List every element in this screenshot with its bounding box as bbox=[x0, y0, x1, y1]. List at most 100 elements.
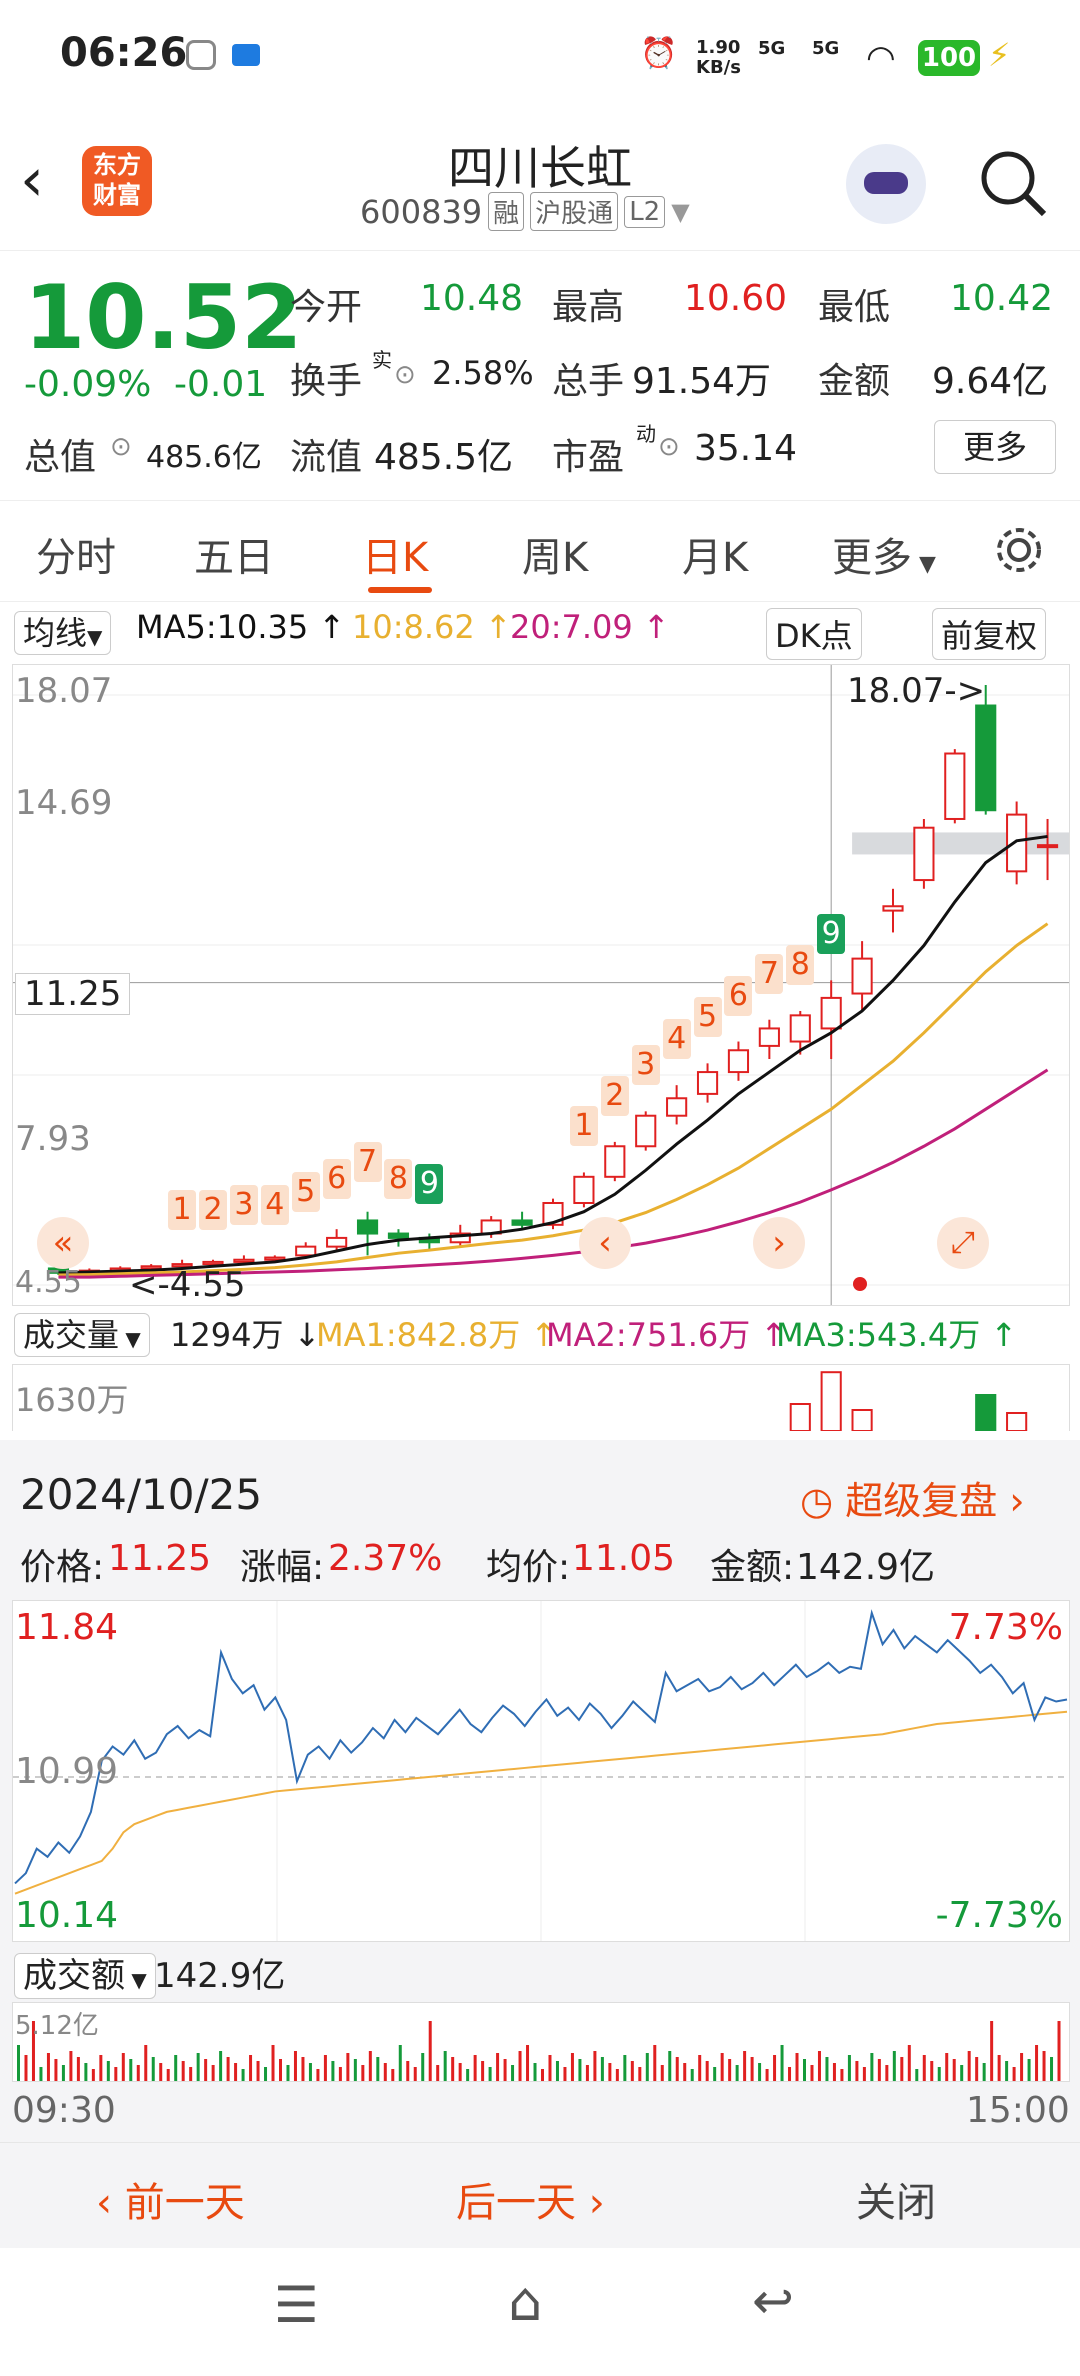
info-icon[interactable]: ⊙ bbox=[110, 432, 132, 462]
intraday-y-top: 11.84 bbox=[15, 1607, 119, 1648]
turnover-bar bbox=[750, 2057, 754, 2081]
open-label: 今开 bbox=[290, 287, 363, 328]
detail-chg-label: 涨幅: bbox=[240, 1547, 325, 1588]
prev-day-button[interactable]: ‹ 前一天 bbox=[96, 2170, 245, 2228]
turnover-bar bbox=[376, 2057, 380, 2081]
ma20-line bbox=[58, 1068, 1049, 1279]
robot-assistant-avatar[interactable] bbox=[846, 144, 926, 224]
volume-label: 总手 bbox=[552, 361, 625, 402]
turnover-bar bbox=[443, 2051, 447, 2081]
turnover-bar bbox=[900, 2057, 904, 2081]
y-label-2: 14.69 bbox=[15, 783, 113, 823]
turnover-bar bbox=[638, 2067, 642, 2081]
next-day-button[interactable]: 后一天 › bbox=[456, 2170, 605, 2228]
turnover-bar bbox=[570, 2053, 574, 2081]
intraday-chart[interactable]: 11.84 10.99 10.14 7.73% -7.73% bbox=[12, 1600, 1070, 1942]
y-label-max: 18.07 bbox=[15, 671, 113, 711]
volume-bar bbox=[1006, 1412, 1028, 1431]
turnover-bar bbox=[990, 2021, 994, 2081]
sequence-marker: 8 bbox=[786, 944, 815, 985]
volume-chart[interactable]: 1630万 bbox=[12, 1364, 1070, 1431]
candle-body bbox=[387, 1232, 410, 1239]
turnover-bar bbox=[174, 2055, 178, 2081]
candle-body bbox=[727, 1049, 750, 1074]
current-price: 10.52 bbox=[24, 266, 303, 369]
turnover-bar bbox=[892, 2051, 896, 2081]
scroll-left-fast-icon[interactable]: « bbox=[37, 1217, 89, 1269]
sequence-marker: 4 bbox=[260, 1185, 289, 1226]
menu-icon[interactable]: ☰ bbox=[274, 2276, 319, 2334]
turnover-bar bbox=[323, 2055, 327, 2081]
low-marker: <-4.55 bbox=[129, 1265, 246, 1305]
turnover-bar bbox=[1050, 2057, 1054, 2081]
turnover-bar bbox=[945, 2053, 949, 2081]
turnover-bar bbox=[346, 2053, 350, 2081]
turnover-bar bbox=[615, 2069, 619, 2081]
turnover-bar bbox=[743, 2051, 747, 2081]
turnover-amount-chart[interactable]: 5.12亿 bbox=[12, 2002, 1070, 2082]
turnover-bar bbox=[316, 2069, 320, 2081]
net-speed: 1.90 KB/s bbox=[696, 37, 741, 78]
turnover-bar bbox=[690, 2069, 694, 2081]
candle-body bbox=[944, 752, 966, 820]
turnover-value: 2.58% bbox=[432, 354, 534, 392]
intraday-svg bbox=[13, 1601, 1069, 1941]
high-marker: 18.07-> bbox=[847, 671, 986, 711]
vol-ma3: MA3:543.4万 ↑ bbox=[776, 1316, 1018, 1354]
fullscreen-icon[interactable]: ⤢ bbox=[937, 1217, 989, 1269]
turnover-bar bbox=[181, 2061, 185, 2081]
more-quote-button[interactable]: 更多 bbox=[934, 420, 1056, 474]
scroll-left-icon[interactable]: ‹ bbox=[579, 1217, 631, 1269]
turnover-bar bbox=[61, 2065, 65, 2081]
turnover-bar bbox=[645, 2053, 649, 2081]
charging-icon: ⚡ bbox=[988, 36, 1011, 74]
turnover-amount-value: 142.9亿 bbox=[154, 1956, 286, 1996]
super-replay-button[interactable]: ◷ 超级复盘 › bbox=[800, 1470, 1025, 1525]
turnover-bar bbox=[473, 2055, 477, 2081]
candle-body bbox=[295, 1245, 317, 1257]
tab-daily-k[interactable]: 日K bbox=[362, 525, 428, 583]
event-dot[interactable] bbox=[853, 1277, 867, 1291]
adjust-button[interactable]: 前复权 bbox=[932, 608, 1047, 660]
turnover-bar bbox=[241, 2069, 245, 2081]
settings-gear-icon[interactable] bbox=[992, 523, 1046, 577]
low-value: 10.42 bbox=[950, 278, 1054, 319]
pe-value: 35.14 bbox=[694, 428, 798, 469]
candle-body bbox=[882, 905, 904, 912]
turnover-bar bbox=[660, 2065, 664, 2081]
tab-intraday[interactable]: 分时 bbox=[36, 525, 116, 583]
turnover-bar bbox=[189, 2067, 193, 2081]
tab-weekly-k[interactable]: 周K bbox=[522, 525, 588, 583]
scroll-right-icon[interactable]: › bbox=[753, 1217, 805, 1269]
ma-selector[interactable]: 均线▼ bbox=[14, 608, 112, 655]
info-icon[interactable]: ⊙ bbox=[394, 360, 416, 390]
sequence-marker: 6 bbox=[322, 1159, 351, 1200]
turnover-bar bbox=[511, 2065, 515, 2081]
volume-axis-max: 1630万 bbox=[15, 1381, 129, 1419]
tab-monthly-k[interactable]: 月K bbox=[682, 525, 748, 583]
search-icon[interactable] bbox=[978, 148, 1048, 218]
turnover-bar bbox=[825, 2057, 829, 2081]
candle-body bbox=[975, 704, 997, 812]
turnover-bar bbox=[226, 2057, 230, 2081]
info-icon[interactable]: ⊙ bbox=[658, 432, 680, 462]
y-label-min: 4.55 bbox=[15, 1265, 82, 1300]
turnover-bar bbox=[840, 2069, 844, 2081]
dk-point-button[interactable]: DK点 bbox=[766, 608, 862, 660]
turnover-amount-selector[interactable]: 成交额 ▼ bbox=[14, 1948, 156, 1999]
stock-code-row[interactable]: 600839 融 沪股通 L2 ▼ bbox=[360, 192, 690, 231]
detail-date: 2024/10/25 bbox=[20, 1470, 263, 1519]
back-nav-icon[interactable]: ↩ bbox=[752, 2272, 794, 2330]
home-icon[interactable]: ⌂ bbox=[508, 2270, 542, 2333]
k-line-chart[interactable]: 18.07 14.69 7.93 4.55 11.25 18.07-> <-4.… bbox=[12, 664, 1070, 1306]
turnover-bar bbox=[930, 2061, 934, 2081]
tab-more[interactable]: 更多 ▼ bbox=[832, 525, 936, 583]
turnover-bar bbox=[832, 2063, 836, 2081]
time-start: 09:30 bbox=[12, 2090, 116, 2131]
close-button[interactable]: 关闭 bbox=[856, 2170, 936, 2228]
volume-bar bbox=[851, 1409, 873, 1431]
candle-body bbox=[789, 1014, 811, 1043]
turnover-bar bbox=[795, 2053, 799, 2081]
volume-selector[interactable]: 成交量 ▼ bbox=[14, 1310, 150, 1357]
tab-five-day[interactable]: 五日 bbox=[194, 525, 274, 583]
